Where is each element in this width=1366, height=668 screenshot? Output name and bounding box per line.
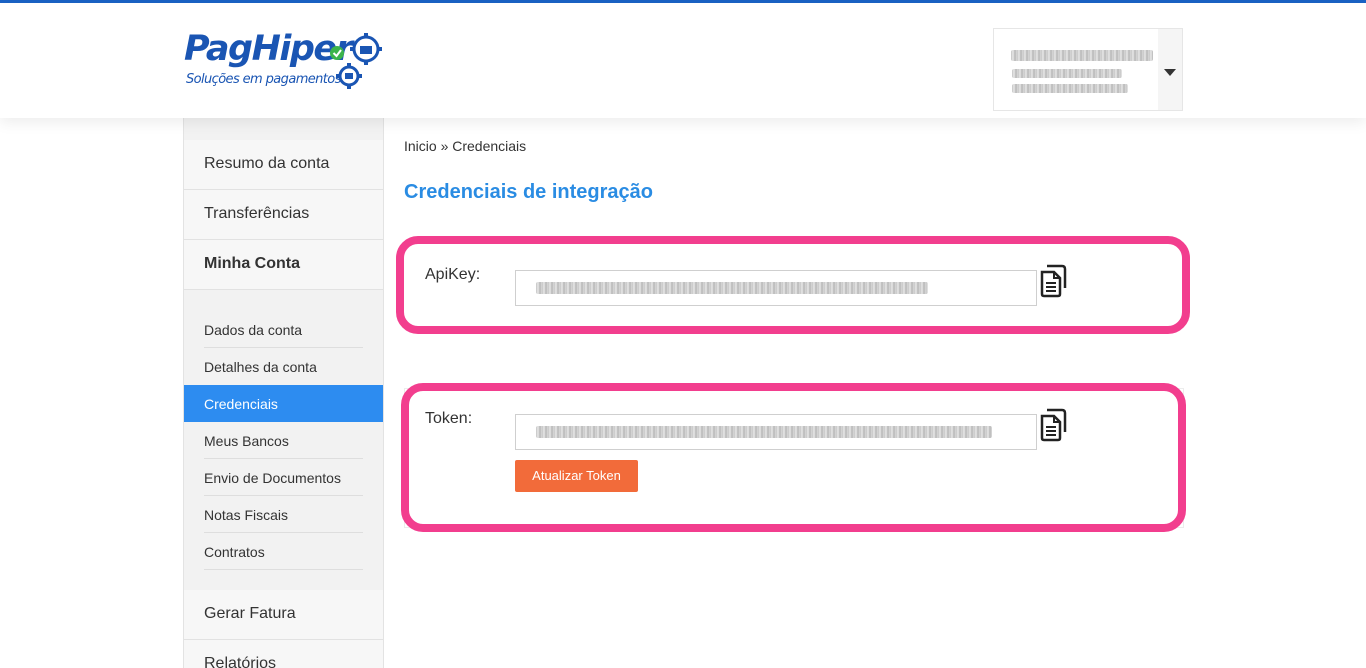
- copy-document-icon[interactable]: [1038, 408, 1068, 442]
- redacted-token-value: [536, 426, 992, 438]
- site-header: PagHiper Soluções em pagamentos: [0, 3, 1366, 118]
- caret-down-icon[interactable]: [1164, 69, 1176, 76]
- sidebar-item-resumo-da-conta[interactable]: Resumo da conta: [184, 140, 383, 190]
- refresh-token-button[interactable]: Atualizar Token: [515, 460, 638, 492]
- submenu-item-label: Dados da conta: [204, 322, 303, 338]
- apikey-label: ApiKey:: [425, 266, 481, 283]
- sidebar-item-label: Gerar Fatura: [204, 605, 296, 622]
- sidebar-item-label: Relatórios: [204, 655, 277, 668]
- logo-tagline: Soluções em pagamentos: [186, 72, 341, 87]
- apikey-field[interactable]: [515, 270, 1037, 306]
- submenu-item-detalhes-da-conta[interactable]: Detalhes da conta: [184, 348, 383, 385]
- sidebar-item-minha-conta[interactable]: Minha Conta: [184, 240, 383, 290]
- submenu-item-label: Notas Fiscais: [204, 507, 289, 523]
- submenu-item-label: Meus Bancos: [204, 433, 289, 449]
- token-highlight: [401, 383, 1186, 532]
- submenu-item-label: Credenciais: [204, 396, 278, 412]
- paghiper-logo[interactable]: PagHiper Soluções em pagamentos: [184, 29, 394, 99]
- sidebar-item-label: Resumo da conta: [204, 155, 330, 172]
- redacted-apikey-value: [536, 282, 928, 294]
- logo-text: PagHiper: [184, 29, 353, 69]
- redacted-user-name: [1011, 50, 1153, 61]
- page-title: Credenciais de integração: [404, 181, 653, 203]
- token-label: Token:: [425, 410, 473, 427]
- submenu-item-label: Envio de Documentos: [204, 470, 341, 486]
- copy-document-icon[interactable]: [1038, 264, 1068, 298]
- redacted-user-id: [1012, 84, 1128, 93]
- submenu-item-notas-fiscais[interactable]: Notas Fiscais: [184, 496, 383, 533]
- submenu-item-credenciais[interactable]: Credenciais: [184, 385, 383, 422]
- submenu-item-label: Contratos: [204, 544, 265, 560]
- sidebar-item-transferencias[interactable]: Transferências: [184, 190, 383, 240]
- redacted-user-email: [1012, 69, 1122, 78]
- sidebar-item-relatorios[interactable]: Relatórios: [184, 640, 383, 668]
- breadcrumb[interactable]: Inicio » Credenciais: [404, 138, 526, 154]
- submenu-item-contratos[interactable]: Contratos: [184, 533, 383, 570]
- divider: [204, 569, 363, 570]
- sidebar-item-gerar-fatura[interactable]: Gerar Fatura: [184, 590, 383, 640]
- submenu-item-envio-de-documentos[interactable]: Envio de Documentos: [184, 459, 383, 496]
- user-info: [994, 29, 1159, 110]
- token-field[interactable]: [515, 414, 1037, 450]
- submenu-item-label: Detalhes da conta: [204, 359, 317, 375]
- minha-conta-submenu: Dados da conta Detalhes da conta Credenc…: [184, 291, 383, 591]
- sidebar-item-label: Minha Conta: [204, 255, 300, 272]
- sidebar-item-label: Transferências: [204, 205, 310, 222]
- logo-gears-icon: [330, 33, 382, 89]
- submenu-item-dados-da-conta[interactable]: Dados da conta: [184, 311, 383, 348]
- sidebar-menu: Resumo da conta Transferências Minha Con…: [183, 118, 384, 668]
- user-account-dropdown[interactable]: [993, 28, 1183, 111]
- submenu-item-meus-bancos[interactable]: Meus Bancos: [184, 422, 383, 459]
